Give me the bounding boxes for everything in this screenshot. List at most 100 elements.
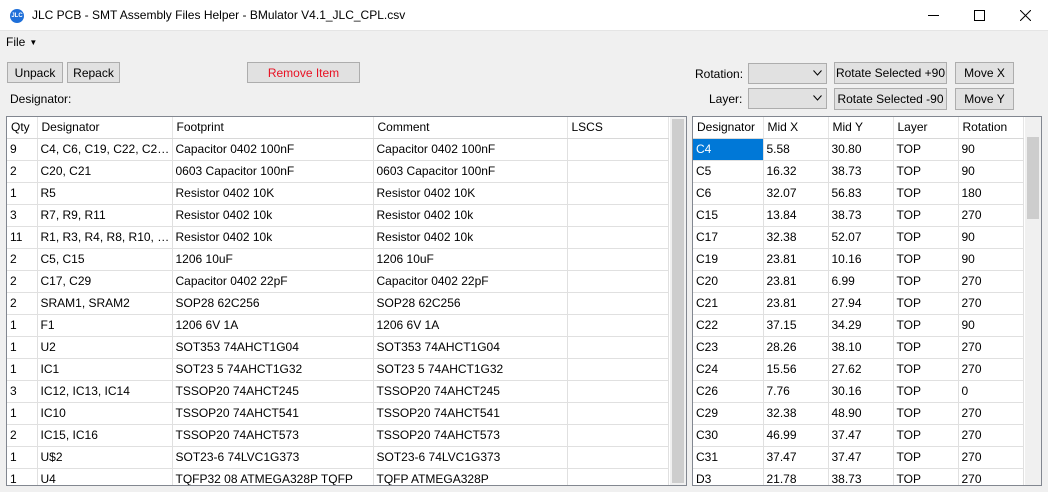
scroll-thumb[interactable] xyxy=(672,119,684,483)
table-row[interactable]: 2 C5, C15 1206 10uF 1206 10uF xyxy=(7,248,669,271)
table-cell[interactable]: C31 xyxy=(693,446,764,469)
table-cell[interactable]: 270 xyxy=(958,402,1024,425)
table-cell[interactable]: Resistor 0402 10K xyxy=(172,182,374,205)
table-cell[interactable]: C20, C21 xyxy=(37,160,173,183)
table-cell[interactable]: SOT353 74AHCT1G04 xyxy=(172,336,374,359)
table-cell[interactable]: 3 xyxy=(7,204,38,227)
table-cell[interactable]: C21 xyxy=(693,292,764,315)
table-cell[interactable]: TOP xyxy=(893,380,959,403)
table-cell[interactable]: 48.90 xyxy=(828,402,894,425)
table-cell[interactable] xyxy=(567,358,669,381)
table-cell[interactable]: 38.73 xyxy=(828,468,894,485)
table-row[interactable]: 1 R5 Resistor 0402 10K Resistor 0402 10K xyxy=(7,182,669,205)
bom-vertical-scrollbar[interactable] xyxy=(670,117,686,485)
table-cell[interactable]: 38.73 xyxy=(828,204,894,227)
table-cell[interactable] xyxy=(567,270,669,293)
table-cell[interactable]: 27.62 xyxy=(828,358,894,381)
table-cell[interactable]: 23.81 xyxy=(763,270,829,293)
table-cell[interactable]: 46.99 xyxy=(763,424,829,447)
table-cell[interactable]: C17 xyxy=(693,226,764,249)
table-cell[interactable]: F1 xyxy=(37,314,173,337)
table-cell[interactable] xyxy=(567,424,669,447)
table-cell[interactable]: TOP xyxy=(893,182,959,205)
table-cell[interactable]: 2 xyxy=(7,292,38,315)
table-cell[interactable]: SOT23 5 74AHCT1G32 xyxy=(172,358,374,381)
table-cell[interactable]: 180 xyxy=(958,182,1024,205)
table-cell[interactable]: U$2 xyxy=(37,446,173,469)
table-cell[interactable]: TQFP ATMEGA328P xyxy=(373,468,568,485)
cpl-grid[interactable]: Designator Mid X Mid Y Layer Rotation C4 5.58… xyxy=(692,116,1042,486)
table-cell[interactable]: 0603 Capacitor 100nF xyxy=(373,160,568,183)
table-row[interactable]: C31 37.47 37.47 TOP 270 xyxy=(693,446,1024,469)
table-cell[interactable]: U4 xyxy=(37,468,173,485)
table-cell[interactable] xyxy=(567,204,669,227)
table-cell[interactable]: TSSOP20 74AHCT573 xyxy=(373,424,568,447)
table-cell[interactable]: 37.47 xyxy=(828,446,894,469)
table-cell[interactable]: TOP xyxy=(893,424,959,447)
table-row[interactable]: 1 U2 SOT353 74AHCT1G04 SOT353 74AHCT1G04 xyxy=(7,336,669,359)
table-cell[interactable]: TSSOP20 74AHCT541 xyxy=(373,402,568,425)
table-cell[interactable]: Resistor 0402 10k xyxy=(373,204,568,227)
table-row[interactable]: C26 7.76 30.16 TOP 0 xyxy=(693,380,1024,403)
table-cell[interactable] xyxy=(567,226,669,249)
table-row[interactable]: 2 C17, C29 Capacitor 0402 22pF Capacitor 04… xyxy=(7,270,669,293)
table-row[interactable]: C20 23.81 6.99 TOP 270 xyxy=(693,270,1024,293)
cpl-column-header[interactable]: Designator xyxy=(693,117,764,139)
table-cell[interactable]: 38.73 xyxy=(828,160,894,183)
bom-column-header[interactable]: Footprint xyxy=(172,117,374,139)
table-cell[interactable] xyxy=(567,468,669,485)
table-row[interactable]: C23 28.26 38.10 TOP 270 xyxy=(693,336,1024,359)
table-cell[interactable]: Resistor 0402 10k xyxy=(373,226,568,249)
table-cell[interactable]: 270 xyxy=(958,292,1024,315)
table-cell[interactable]: 32.38 xyxy=(763,402,829,425)
table-cell[interactable]: 1 xyxy=(7,358,38,381)
table-cell[interactable]: SOP28 62C256 xyxy=(172,292,374,315)
table-cell[interactable]: R7, R9, R11 xyxy=(37,204,173,227)
table-cell[interactable]: 10.16 xyxy=(828,248,894,271)
bom-column-header[interactable]: LSCS xyxy=(567,117,669,139)
table-row[interactable]: C24 15.56 27.62 TOP 270 xyxy=(693,358,1024,381)
table-cell[interactable]: 90 xyxy=(958,314,1024,337)
table-cell[interactable]: 16.32 xyxy=(763,160,829,183)
table-cell[interactable]: 32.07 xyxy=(763,182,829,205)
table-row[interactable]: C5 16.32 38.73 TOP 90 xyxy=(693,160,1024,183)
table-row[interactable]: C29 32.38 48.90 TOP 270 xyxy=(693,402,1024,425)
table-cell[interactable]: 1 xyxy=(7,336,38,359)
table-cell[interactable]: IC15, IC16 xyxy=(37,424,173,447)
table-cell[interactable]: 7.76 xyxy=(763,380,829,403)
cpl-vertical-scrollbar[interactable] xyxy=(1025,117,1041,485)
table-cell[interactable]: SOT353 74AHCT1G04 xyxy=(373,336,568,359)
repack-button[interactable]: Repack xyxy=(67,62,120,83)
table-cell[interactable]: 270 xyxy=(958,270,1024,293)
table-cell[interactable]: 27.94 xyxy=(828,292,894,315)
table-cell[interactable]: SOT23-6 74LVC1G373 xyxy=(373,446,568,469)
table-cell[interactable]: 23.81 xyxy=(763,292,829,315)
table-row[interactable]: C6 32.07 56.83 TOP 180 xyxy=(693,182,1024,205)
table-cell[interactable]: D3 xyxy=(693,468,764,485)
table-cell[interactable]: C5, C15 xyxy=(37,248,173,271)
table-row[interactable]: C15 13.84 38.73 TOP 270 xyxy=(693,204,1024,227)
table-cell[interactable]: 1 xyxy=(7,468,38,485)
cpl-column-header[interactable]: Rotation xyxy=(958,117,1024,139)
table-cell[interactable]: 1 xyxy=(7,182,38,205)
bom-grid[interactable]: Qty Designator Footprint Comment LSCS 9 C4, C… xyxy=(6,116,687,486)
table-cell[interactable]: C20 xyxy=(693,270,764,293)
table-cell[interactable]: TSSOP20 74AHCT573 xyxy=(172,424,374,447)
table-cell[interactable]: 1206 6V 1A xyxy=(172,314,374,337)
table-row[interactable]: 1 F1 1206 6V 1A 1206 6V 1A xyxy=(7,314,669,337)
table-cell[interactable]: TOP xyxy=(893,248,959,271)
table-cell[interactable]: C29 xyxy=(693,402,764,425)
table-row[interactable]: C22 37.15 34.29 TOP 90 xyxy=(693,314,1024,337)
table-cell[interactable]: 56.83 xyxy=(828,182,894,205)
table-cell[interactable]: C26 xyxy=(693,380,764,403)
table-cell[interactable]: TOP xyxy=(893,292,959,315)
unpack-button[interactable]: Unpack xyxy=(7,62,63,83)
table-cell[interactable] xyxy=(567,160,669,183)
table-cell[interactable]: 270 xyxy=(958,424,1024,447)
table-cell[interactable]: IC1 xyxy=(37,358,173,381)
table-row[interactable]: C30 46.99 37.47 TOP 270 xyxy=(693,424,1024,447)
table-cell[interactable]: 5.58 xyxy=(763,138,829,161)
table-cell[interactable]: 2 xyxy=(7,424,38,447)
table-cell[interactable]: 28.26 xyxy=(763,336,829,359)
table-cell[interactable] xyxy=(567,182,669,205)
